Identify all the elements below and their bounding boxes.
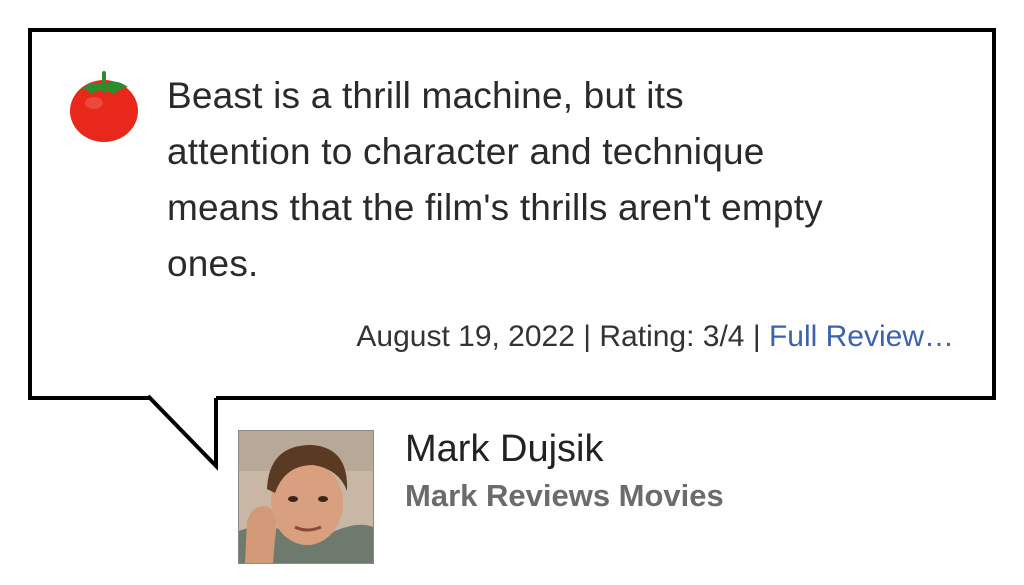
review-meta: August 19, 2022 | Rating: 3/4 | Full Rev… bbox=[356, 320, 954, 354]
review-quote-line: means that the film's thrills aren't emp… bbox=[167, 187, 823, 228]
meta-separator: | bbox=[574, 320, 600, 353]
critic-name[interactable]: Mark Dujsik bbox=[405, 428, 603, 471]
review-quote-line: attention to character and technique bbox=[167, 131, 765, 172]
review-quote-line: Beast is a thrill machine, but its bbox=[167, 75, 684, 116]
review-rating: Rating: 3/4 bbox=[599, 320, 745, 353]
review-quote-line: ones. bbox=[167, 243, 259, 284]
critic-publication[interactable]: Mark Reviews Movies bbox=[405, 478, 724, 514]
review-bubble: Beast is a thrill machine, but its atten… bbox=[28, 28, 996, 400]
review-date: August 19, 2022 bbox=[356, 320, 575, 353]
review-quote: Beast is a thrill machine, but its atten… bbox=[167, 68, 967, 292]
fresh-tomato-icon bbox=[70, 71, 138, 142]
meta-separator: | bbox=[744, 320, 769, 353]
full-review-link[interactable]: Full Review… bbox=[769, 320, 954, 353]
critic-avatar[interactable] bbox=[238, 430, 374, 564]
critic-photo bbox=[239, 431, 373, 563]
